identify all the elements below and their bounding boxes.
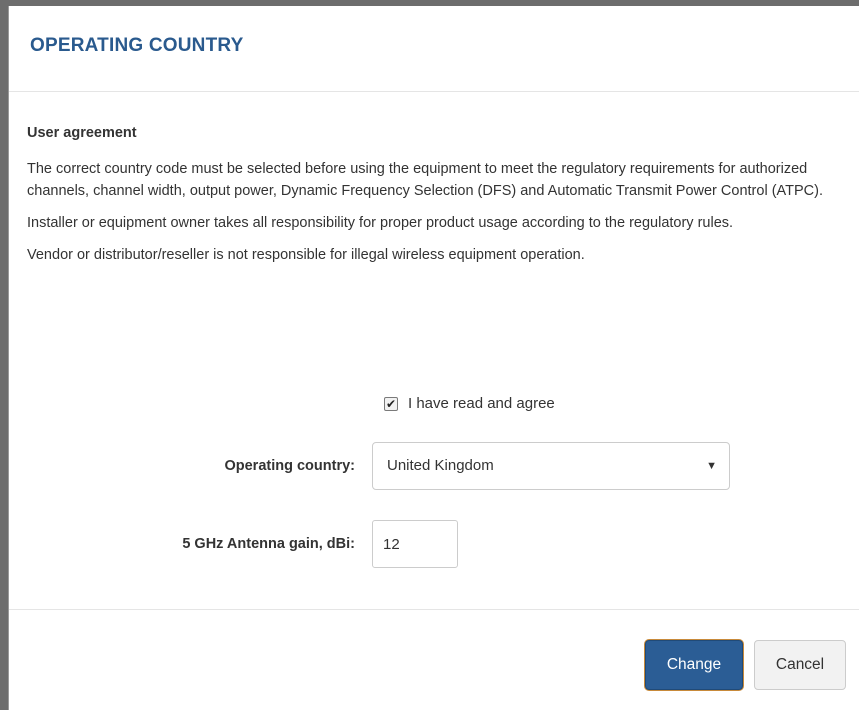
user-agreement-heading: User agreement [27, 125, 137, 141]
agreement-paragraph-regulatory: The correct country code must be selecte… [27, 161, 823, 199]
agree-checkbox[interactable]: ✔ [384, 397, 398, 411]
operating-country-value: United Kingdom [387, 457, 494, 474]
operating-country-row: Operating country: United Kingdom ▼ [99, 442, 730, 490]
cancel-button[interactable]: Cancel [754, 640, 846, 690]
dialog-body: User agreement The correct country code … [9, 92, 859, 610]
change-button[interactable]: Change [645, 640, 743, 690]
agree-row: ✔ I have read and agree [384, 393, 555, 415]
operating-country-select[interactable]: United Kingdom ▼ [372, 442, 730, 490]
antenna-gain-row: 5 GHz Antenna gain, dBi: [99, 520, 458, 568]
dialog-footer: Change Cancel [9, 610, 859, 710]
dialog-title: OPERATING COUNTRY [30, 35, 244, 56]
operating-country-dialog: OPERATING COUNTRY User agreement The cor… [8, 6, 859, 710]
operating-country-label: Operating country: [224, 458, 355, 474]
agree-label[interactable]: I have read and agree [408, 393, 555, 415]
dialog-header: OPERATING COUNTRY [9, 6, 859, 92]
antenna-gain-label: 5 GHz Antenna gain, dBi: [182, 536, 355, 552]
agreement-paragraph-responsibility: Installer or equipment owner takes all r… [27, 215, 734, 231]
agreement-paragraph-vendor: Vendor or distributor/reseller is not re… [27, 247, 585, 263]
caret-down-icon: ▼ [706, 460, 717, 472]
antenna-gain-input[interactable] [372, 520, 458, 568]
